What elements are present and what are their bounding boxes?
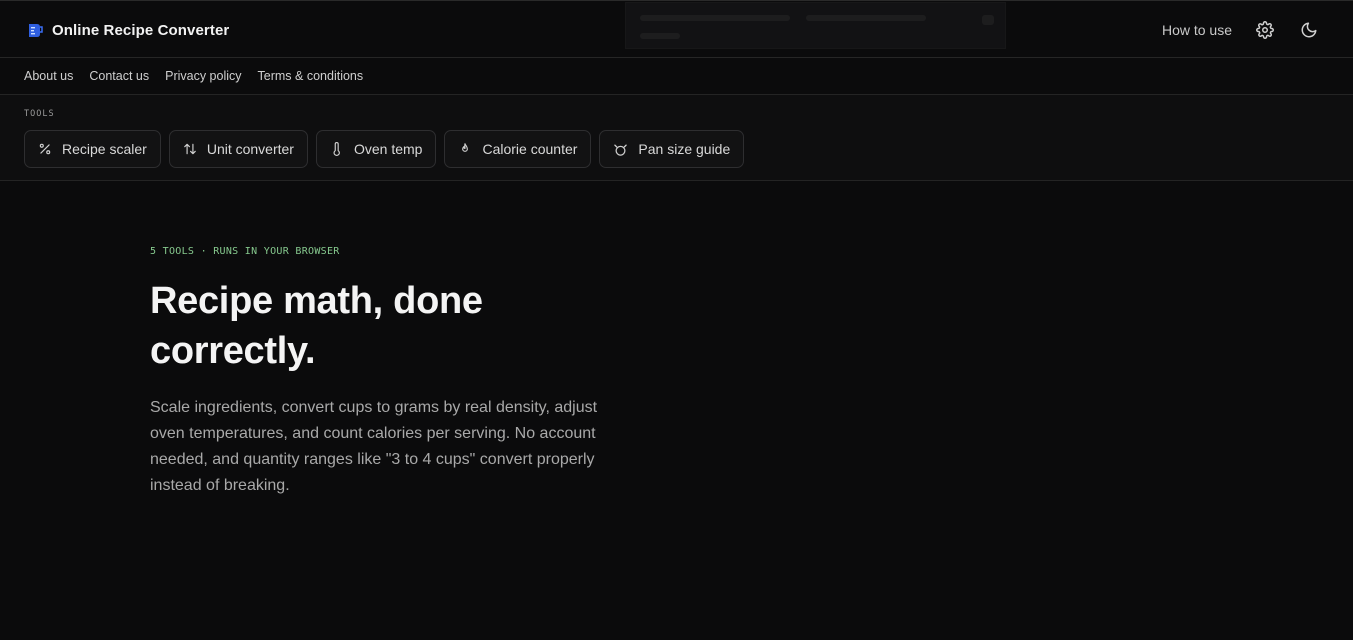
tool-label: Unit converter: [206, 141, 294, 157]
tool-unit-converter-button[interactable]: Unit converter: [168, 130, 308, 168]
gear-icon[interactable]: [1254, 19, 1276, 41]
thermometer-icon: [333, 142, 340, 156]
header-actions: How to use: [1162, 18, 1320, 42]
tool-label: Recipe scaler: [62, 141, 147, 157]
percent-icon: [39, 143, 51, 155]
tool-list: Recipe scaler Unit converter Oven temp C…: [24, 130, 745, 168]
tool-recipe-scaler-button[interactable]: Recipe scaler: [24, 130, 161, 168]
tool-label: Calorie counter: [482, 141, 578, 157]
pan-icon: [614, 144, 628, 156]
moon-icon[interactable]: [1298, 19, 1320, 41]
nav-contact-us[interactable]: Contact us: [89, 69, 149, 83]
brand[interactable]: Online Recipe Converter: [27, 20, 229, 40]
tool-pan-size-guide-button[interactable]: Pan size guide: [599, 130, 745, 168]
tool-calorie-counter-button[interactable]: Calorie counter: [444, 130, 592, 168]
hero: 5 TOOLS · RUNS IN YOUR BROWSER Recipe ma…: [150, 246, 620, 499]
tool-label: Oven temp: [353, 141, 423, 157]
nav-privacy-policy[interactable]: Privacy policy: [165, 69, 241, 83]
hero-description: Scale ingredients, convert cups to grams…: [150, 399, 598, 494]
site-title: Online Recipe Converter: [52, 21, 230, 39]
flame-icon: [462, 143, 469, 152]
notification-overlay: [625, 2, 1006, 49]
measuring-cup-icon: [29, 23, 43, 37]
page-title: Recipe math, done correctly.: [150, 280, 483, 372]
tools-bar: TOOLS Recipe scaler Unit converter Oven …: [0, 95, 1353, 181]
hero-eyebrow: 5 TOOLS · RUNS IN YOUR BROWSER: [150, 246, 340, 257]
top-bar: Online Recipe Converter How to use: [0, 0, 1353, 58]
tool-oven-temp-button[interactable]: Oven temp: [315, 130, 437, 168]
nav-terms-conditions[interactable]: Terms & conditions: [258, 69, 364, 83]
arrows-up-down-icon: [183, 143, 196, 155]
nav-about-us[interactable]: About us: [24, 69, 73, 83]
secondary-nav: About us Contact us Privacy policy Terms…: [0, 58, 1353, 95]
tool-label: Pan size guide: [638, 141, 731, 157]
tools-heading: TOOLS: [24, 109, 55, 119]
how-to-use-link[interactable]: How to use: [1162, 22, 1232, 38]
